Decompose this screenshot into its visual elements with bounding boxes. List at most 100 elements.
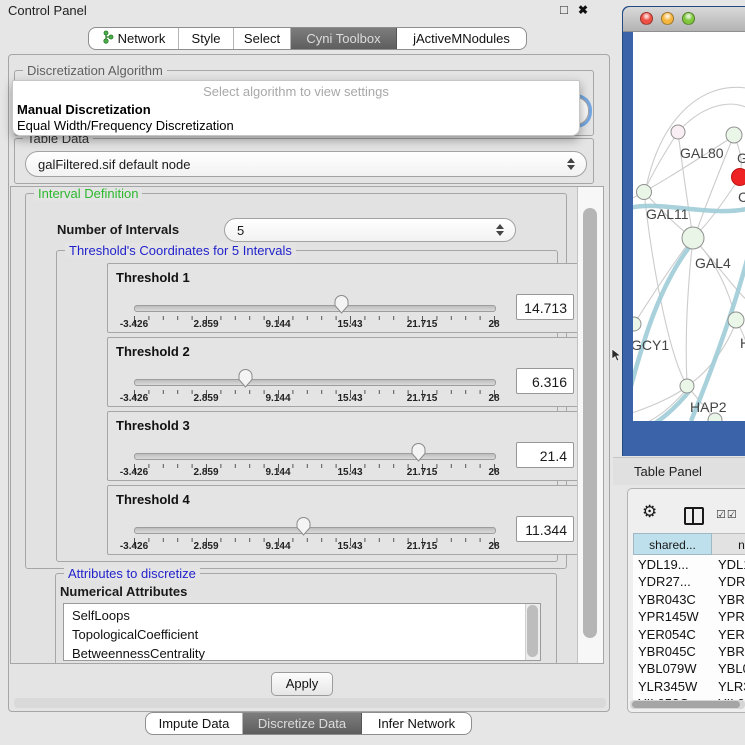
column-header-name[interactable]: n [712, 533, 745, 555]
slider-thumb[interactable] [238, 369, 253, 388]
settings-vertical-scrollbar[interactable] [577, 187, 604, 663]
slider-track[interactable] [134, 453, 496, 460]
tab-label: Infer Network [378, 716, 455, 731]
tab-jactivemnodules[interactable]: jActiveMNodules [397, 28, 526, 49]
numerical-attributes-list[interactable]: SelfLoopsTopologicalCoefficientBetweenne… [63, 603, 541, 661]
split-columns-icon[interactable] [684, 507, 704, 525]
threshold-value-field[interactable]: 21.4 [516, 442, 574, 468]
tab-impute-data[interactable]: Impute Data [146, 713, 243, 734]
gear-icon[interactable]: ⚙ [642, 503, 657, 520]
table-cell-shared-name[interactable]: YBR043C [638, 592, 696, 607]
table-cell-shared-name[interactable]: YER054C [638, 627, 696, 642]
dropdown-item-equal-width[interactable]: Equal Width/Frequency Discretization [17, 118, 234, 133]
table-cell-name[interactable]: YPR1 [718, 609, 745, 624]
table-cell-shared-name[interactable]: YDR27... [638, 574, 691, 589]
network-node[interactable] [633, 317, 641, 331]
attributes-list-scrollbar[interactable] [525, 604, 540, 660]
apply-button[interactable]: Apply [271, 672, 333, 696]
number-of-intervals-combo[interactable]: 5 [224, 218, 516, 242]
tab-infer-network[interactable]: Infer Network [362, 713, 471, 734]
network-node[interactable] [732, 169, 745, 186]
dropdown-placeholder[interactable]: Select algorithm to view settings [13, 84, 579, 99]
network-node[interactable] [637, 185, 652, 200]
interval-definition-title: Interval Definition [34, 186, 142, 201]
tick-label: 9.144 [250, 467, 306, 478]
column-header-shared-name[interactable]: shared... [633, 533, 712, 555]
network-node[interactable] [726, 127, 742, 143]
network-edge [633, 388, 685, 414]
float-icon[interactable]: □ [560, 2, 568, 17]
tick-label: 21.715 [394, 541, 450, 552]
network-window-titlebar[interactable] [623, 7, 745, 32]
table-cell-name[interactable]: YDL1 [718, 557, 745, 572]
network-node[interactable] [671, 125, 685, 139]
network-node-label: HAP2 [690, 399, 727, 415]
attributes-group-title: Attributes to discretize [64, 566, 200, 581]
table-cell-name[interactable]: YLR3 [718, 679, 745, 694]
tab-discretize-data[interactable]: Discretize Data [243, 713, 362, 734]
table-cell-shared-name[interactable]: YDL19... [638, 557, 689, 572]
network-node[interactable] [728, 312, 744, 328]
slider-track[interactable] [134, 305, 496, 312]
tick-label: -3.426 [106, 467, 162, 478]
minimize-traffic-light[interactable] [661, 12, 674, 25]
threshold-value-field[interactable]: 6.316 [516, 368, 574, 394]
app-root: Control Panel □ ✖ NetworkStyleSelectCyni… [0, 0, 745, 745]
close-icon[interactable]: ✖ [578, 3, 588, 17]
table-cell-shared-name[interactable]: YBL079W [638, 661, 697, 676]
table-hscrollbar-thumb[interactable] [632, 701, 740, 708]
slider-thumb[interactable] [296, 517, 311, 536]
table-cell-name[interactable]: YBL0 [718, 661, 745, 676]
threshold-value-field[interactable]: 14.713 [516, 294, 574, 320]
tab-select[interactable]: Select [234, 28, 291, 49]
network-graph: GAL80GCGAL11GAL4HGCY1HAP2 [633, 32, 745, 421]
network-node[interactable] [682, 227, 704, 249]
table-horizontal-scrollbar[interactable] [630, 700, 745, 709]
table-cell-name[interactable]: YBR0 [718, 592, 745, 607]
select-columns-icon[interactable]: ☑☑ [716, 508, 738, 521]
network-edge [687, 322, 736, 386]
attribute-item-betweennesscentrality[interactable]: BetweennessCentrality [72, 644, 205, 661]
tab-cyni-toolbox[interactable]: Cyni Toolbox [291, 28, 397, 49]
network-canvas[interactable]: GAL80GCGAL11GAL4HGCY1HAP2 [633, 32, 745, 421]
slider-thumb[interactable] [411, 443, 426, 462]
slider-thumb[interactable] [334, 295, 349, 314]
tab-style[interactable]: Style [179, 28, 234, 49]
table-cell-name[interactable]: YDR2 [718, 574, 745, 589]
tick-label: -3.426 [106, 319, 162, 330]
threshold-3-box: Threshold 3-3.4262.8599.14415.4321.71528… [107, 411, 599, 481]
table-data-group: Table Data galFiltered.sif default node [14, 138, 594, 184]
tick-label: 9.144 [250, 393, 306, 404]
slider-track[interactable] [134, 379, 496, 386]
table-cell-shared-name[interactable]: YLR345W [638, 679, 697, 694]
table-cell-name[interactable]: YER0 [718, 627, 745, 642]
zoom-traffic-light[interactable] [682, 12, 695, 25]
table-rows[interactable]: YDL19... YDL1 YDR27... YDR2 YBR043C YBR0 YPR14… [633, 555, 745, 700]
tab-label: jActiveMNodules [413, 31, 510, 46]
network-node[interactable] [680, 379, 694, 393]
tick-label: 2.859 [178, 319, 234, 330]
attribute-item-selfloops[interactable]: SelfLoops [72, 606, 130, 625]
control-panel-title: Control Panel [8, 3, 87, 18]
settings-scrollbar-thumb[interactable] [583, 208, 597, 638]
network-edge [634, 244, 688, 324]
table-panel-title: Table Panel [634, 464, 702, 479]
tick-label: 2.859 [178, 467, 234, 478]
close-traffic-light[interactable] [640, 12, 653, 25]
table-cell-shared-name[interactable]: YPR145W [638, 609, 699, 624]
network-highlight-edge [691, 260, 745, 421]
tab-network[interactable]: Network [89, 28, 179, 49]
table-cell-shared-name[interactable]: YBR045C [638, 644, 696, 659]
threshold-value-field[interactable]: 11.344 [516, 516, 574, 542]
interval-definition-group: Interval Definition Number of Intervals … [25, 193, 567, 569]
tick-label: 21.715 [394, 467, 450, 478]
attribute-item-topologicalcoefficient[interactable]: TopologicalCoefficient [72, 625, 198, 644]
threshold-label: Threshold 4 [116, 492, 190, 507]
combo-stepper-icon [566, 158, 576, 170]
table-cell-name[interactable]: YBR0 [718, 644, 745, 659]
dropdown-item-manual-discretization[interactable]: Manual Discretization [17, 102, 151, 117]
slider-track[interactable] [134, 527, 496, 534]
table-data-combo[interactable]: galFiltered.sif default node [25, 151, 587, 177]
algorithm-dropdown-popup: Select algorithm to view settings Manual… [12, 80, 580, 136]
attributes-scrollbar-thumb[interactable] [527, 605, 538, 657]
